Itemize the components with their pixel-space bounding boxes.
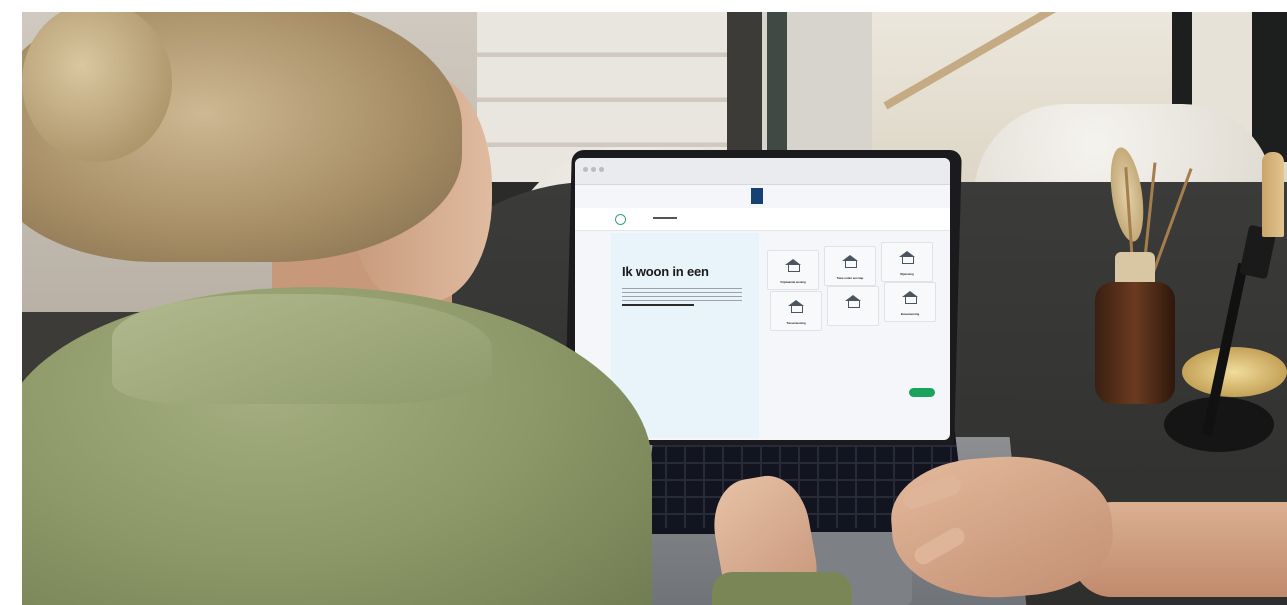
option-card[interactable]: Tussenwoning xyxy=(770,291,822,331)
photo: Ik woon in een Vrijstaande woning Twee o… xyxy=(22,12,1287,605)
option-label: Twee onder een kap xyxy=(836,276,864,280)
option-card[interactable]: Vrijstaande woning xyxy=(767,250,819,290)
hero-description xyxy=(622,288,742,302)
option-card[interactable]: Twee onder een kap xyxy=(824,246,876,286)
hero-title: Ik woon in een xyxy=(622,264,709,279)
option-label: Rijwoning xyxy=(900,272,914,276)
house-icon xyxy=(785,259,801,272)
window-control[interactable] xyxy=(599,167,604,172)
house-icon xyxy=(788,300,804,313)
option-card[interactable]: Bovenwoning xyxy=(884,282,936,322)
window-control[interactable] xyxy=(591,167,596,172)
browser-toolbar xyxy=(575,158,950,185)
candle-holder-base xyxy=(1164,397,1274,452)
sleeve xyxy=(712,572,852,605)
row-house-icon xyxy=(899,251,915,264)
diffuser-bottle xyxy=(1095,282,1175,404)
option-label: Tussenwoning xyxy=(786,321,806,325)
apartment-icon xyxy=(845,295,861,308)
site-nav xyxy=(575,208,950,231)
semi-detached-icon xyxy=(842,255,858,268)
option-card[interactable]: Rijwoning xyxy=(881,242,933,282)
next-button[interactable] xyxy=(909,388,935,397)
hero-link[interactable] xyxy=(622,304,694,306)
window-control[interactable] xyxy=(583,167,588,172)
laptop-screen: Ik woon in een Vrijstaande woning Twee o… xyxy=(575,158,950,440)
option-label: Bovenwoning xyxy=(900,312,920,316)
shirt-collar xyxy=(112,294,492,404)
government-logo-icon xyxy=(751,188,763,204)
gold-dish xyxy=(1182,347,1287,397)
brand-logo-icon xyxy=(615,214,626,225)
nav-link[interactable] xyxy=(653,217,677,219)
candle xyxy=(1262,152,1284,237)
upstairs-house-icon xyxy=(902,291,918,304)
option-card[interactable] xyxy=(827,286,879,326)
option-label: Vrijstaande woning xyxy=(780,280,806,284)
